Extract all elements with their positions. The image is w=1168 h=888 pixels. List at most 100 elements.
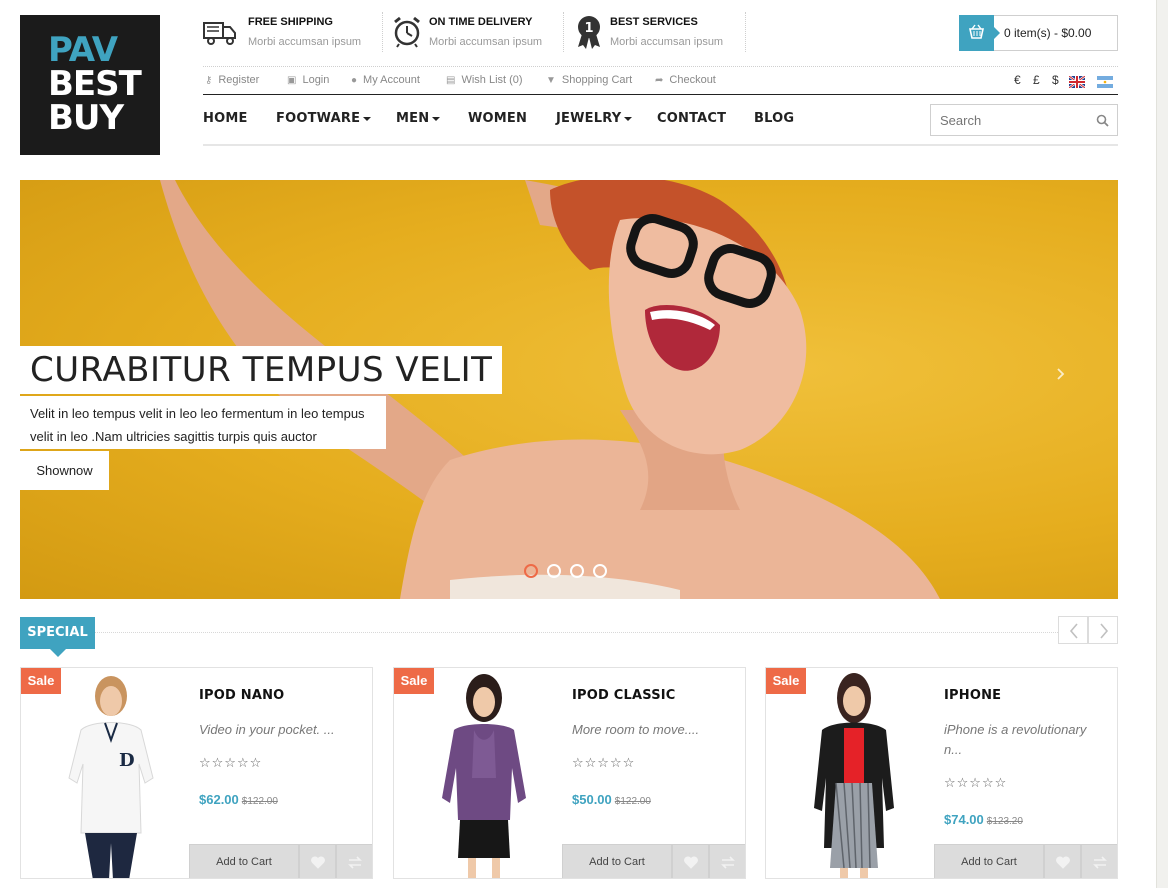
slider-dot-4[interactable] bbox=[593, 564, 607, 578]
compare-button[interactable] bbox=[1081, 844, 1117, 878]
compare-arrows-icon bbox=[1093, 856, 1107, 869]
price-current: $62.00 bbox=[199, 792, 239, 807]
feature-subtitle: Morbi accumsan ipsum bbox=[248, 36, 362, 48]
shownow-button[interactable]: Shownow bbox=[20, 451, 109, 490]
price-current: $50.00 bbox=[572, 792, 612, 807]
shopping-cart-link[interactable]: ▼ Shopping Cart bbox=[546, 74, 632, 86]
add-to-cart-button[interactable]: Add to Cart bbox=[189, 844, 299, 878]
nav-blog[interactable]: BLOG bbox=[754, 111, 794, 126]
rating-stars: ☆☆☆☆☆ bbox=[944, 775, 1008, 790]
list-icon: ▤ bbox=[446, 75, 456, 86]
my-account-link[interactable]: ● My Account bbox=[351, 74, 420, 86]
svg-text:D: D bbox=[119, 750, 135, 771]
scrollbar[interactable] bbox=[1156, 0, 1168, 888]
product-card[interactable]: Sale IPOD CLASSIC More room to move.... … bbox=[393, 667, 746, 879]
caret-down-icon bbox=[363, 116, 372, 121]
nav-women[interactable]: WOMEN bbox=[468, 111, 527, 126]
nav-contact[interactable]: CONTACT bbox=[657, 111, 726, 126]
nav-footware-label: FOOTWARE bbox=[276, 111, 361, 126]
sale-badge: Sale bbox=[766, 668, 806, 694]
nav-jewelry-label: JEWELRY bbox=[556, 111, 622, 126]
lock-icon: ▣ bbox=[287, 75, 297, 86]
sale-badge: Sale bbox=[21, 668, 61, 694]
compare-button[interactable] bbox=[336, 844, 372, 878]
nav-contact-label: CONTACT bbox=[657, 111, 727, 126]
ar-flag-icon[interactable] bbox=[1097, 76, 1113, 88]
cart-summary: 0 item(s) - $0.00 bbox=[1004, 26, 1092, 40]
chevron-right-icon[interactable] bbox=[1054, 364, 1068, 384]
product-name[interactable]: IPOD NANO bbox=[199, 688, 284, 703]
add-to-cart-button[interactable]: Add to Cart bbox=[562, 844, 672, 878]
slider-dot-3[interactable] bbox=[570, 564, 584, 578]
chevron-right-icon bbox=[1100, 623, 1109, 639]
logo-line-2: BEST bbox=[48, 64, 142, 104]
nav-women-label: WOMEN bbox=[468, 111, 528, 126]
my-account-label: My Account bbox=[363, 74, 420, 86]
checkout-link[interactable]: ➦ Checkout bbox=[655, 74, 716, 86]
search-box bbox=[930, 104, 1118, 136]
feature-title: BEST SERVICES bbox=[610, 16, 698, 28]
wish-list-link[interactable]: ▤ Wish List (0) bbox=[446, 74, 523, 86]
alarm-clock-icon bbox=[394, 16, 420, 48]
carousel-prev-button[interactable] bbox=[1058, 616, 1088, 644]
price-old: $122.00 bbox=[241, 796, 278, 807]
currency-pound[interactable]: £ bbox=[1033, 73, 1040, 87]
share-arrow-icon: ➦ bbox=[655, 75, 664, 86]
currency-euro[interactable]: € bbox=[1014, 73, 1021, 87]
feature-title: ON TIME DELIVERY bbox=[429, 16, 533, 28]
compare-arrows-icon bbox=[721, 856, 735, 869]
mini-cart[interactable]: 0 item(s) - $0.00 bbox=[959, 15, 1118, 51]
award-badge-number: 1 bbox=[584, 21, 593, 36]
nav-men-label: MEN bbox=[396, 111, 430, 126]
currency-dollar[interactable]: $ bbox=[1052, 73, 1059, 87]
register-link[interactable]: ⚷ Register bbox=[205, 74, 259, 86]
heart-icon bbox=[311, 856, 325, 869]
truck-icon bbox=[203, 22, 236, 45]
carousel-next-button[interactable] bbox=[1088, 616, 1118, 644]
feature-title: FREE SHIPPING bbox=[248, 16, 333, 28]
product-card[interactable]: Sale IPHONE iPhone is a revolutionary n.… bbox=[765, 667, 1118, 879]
nav-jewelry[interactable]: JEWELRY bbox=[556, 111, 633, 126]
product-card[interactable]: D Sale IPOD NANO Video in your pocket. .… bbox=[20, 667, 373, 879]
compare-button[interactable] bbox=[709, 844, 745, 878]
add-to-cart-button[interactable]: Add to Cart bbox=[934, 844, 1044, 878]
store-logo[interactable]: PAV BEST BUY bbox=[20, 15, 160, 155]
user-icon: ● bbox=[351, 75, 358, 86]
product-name[interactable]: IPHONE bbox=[944, 688, 1001, 703]
uk-flag-icon[interactable] bbox=[1069, 76, 1085, 88]
product-price: $74.00 $123.20 bbox=[944, 812, 1023, 827]
checkout-label: Checkout bbox=[669, 74, 716, 86]
search-input[interactable] bbox=[931, 105, 1091, 135]
product-price: $50.00 $122.00 bbox=[572, 792, 651, 807]
heart-icon bbox=[684, 856, 698, 869]
rating-stars: ☆☆☆☆☆ bbox=[572, 755, 636, 770]
nav-home[interactable]: HOME bbox=[203, 111, 248, 126]
nav-men[interactable]: MEN bbox=[396, 111, 441, 126]
wishlist-button[interactable] bbox=[1044, 844, 1081, 878]
product-image[interactable] bbox=[414, 668, 554, 879]
wishlist-button[interactable] bbox=[672, 844, 709, 878]
wishlist-button[interactable] bbox=[299, 844, 336, 878]
slider-dot-2[interactable] bbox=[547, 564, 561, 578]
product-image[interactable]: D bbox=[41, 668, 181, 879]
wish-list-label: Wish List (0) bbox=[461, 74, 523, 86]
chevron-left-icon bbox=[1069, 623, 1078, 639]
feature-free-shipping: FREE SHIPPING Morbi accumsan ipsum bbox=[203, 14, 373, 56]
product-name[interactable]: IPOD CLASSIC bbox=[572, 688, 676, 703]
divider bbox=[745, 12, 746, 52]
slider-pagination bbox=[524, 564, 614, 580]
caret-down-icon bbox=[432, 116, 441, 121]
search-icon[interactable] bbox=[1096, 114, 1109, 127]
hero-slider[interactable]: CURABITUR TEMPUS VELIT Velit in leo temp… bbox=[20, 180, 1118, 599]
cart-icon: ▼ bbox=[546, 75, 556, 86]
login-label: Login bbox=[302, 74, 330, 86]
product-image[interactable] bbox=[786, 668, 926, 879]
product-description: iPhone is a revolutionary n... bbox=[944, 722, 1087, 757]
nav-footware[interactable]: FOOTWARE bbox=[276, 111, 372, 126]
login-link[interactable]: ▣ Login bbox=[287, 74, 329, 86]
hero-description: Velit in leo tempus velit in leo leo fer… bbox=[20, 396, 386, 449]
special-heading: SPECIAL bbox=[20, 617, 95, 657]
slider-dot-1[interactable] bbox=[524, 564, 538, 578]
register-label: Register bbox=[218, 74, 260, 86]
shopping-cart-label: Shopping Cart bbox=[561, 74, 633, 86]
